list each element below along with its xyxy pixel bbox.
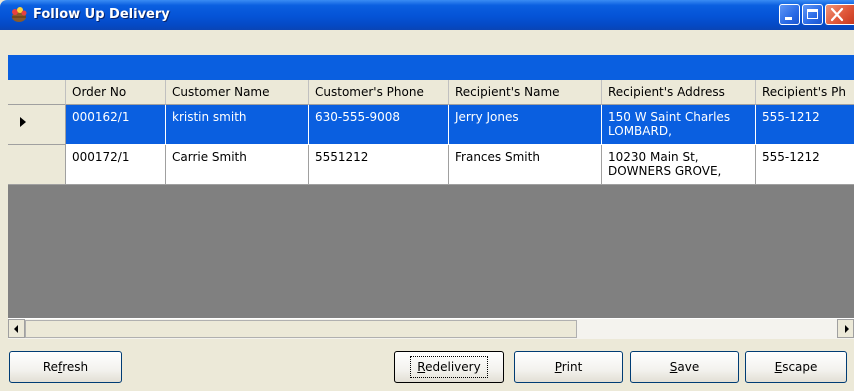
cell-order-no[interactable]: 000172/1: [66, 145, 166, 185]
flower-basket-icon: [12, 7, 27, 22]
arrow-left-icon: [14, 325, 18, 333]
print-label-key: P: [554, 360, 562, 374]
refresh-label-pre: Re: [42, 360, 59, 374]
grid-header-row: Order No Customer Name Customer's Phone …: [8, 80, 854, 105]
scrollbar-thumb[interactable]: [25, 320, 577, 338]
save-label-post: ave: [677, 360, 700, 374]
focus-ring: Redelivery: [410, 356, 488, 378]
scroll-right-button[interactable]: [837, 319, 854, 338]
row-selector[interactable]: [8, 145, 66, 185]
table-row[interactable]: 000162/1 kristin smith 630-555-9008 Jerr…: [8, 105, 854, 145]
column-header-order-no[interactable]: Order No: [66, 80, 166, 105]
cell-customer-name[interactable]: kristin smith: [166, 105, 309, 145]
cell-order-no[interactable]: 000162/1: [66, 105, 166, 145]
refresh-label-post: resh: [62, 360, 89, 374]
print-label-post: rint: [561, 360, 583, 374]
follow-up-delivery-window: Follow Up Delivery Order No Customer Nam…: [0, 0, 854, 391]
column-header-customer-name[interactable]: Customer Name: [166, 80, 309, 105]
cell-recipient-address[interactable]: 150 W Saint Charles LOMBARD,: [602, 105, 756, 145]
print-button[interactable]: Print: [514, 351, 623, 383]
cell-recipient-name[interactable]: Jerry Jones: [449, 105, 602, 145]
escape-button[interactable]: Escape: [745, 351, 847, 383]
redelivery-label-post: edelivery: [425, 360, 481, 374]
row-selector[interactable]: [8, 105, 66, 145]
cell-customer-phone[interactable]: 5551212: [309, 145, 449, 185]
refresh-button[interactable]: Refresh: [9, 351, 122, 383]
table-row[interactable]: 000172/1 Carrie Smith 5551212 Frances Sm…: [8, 145, 854, 185]
close-icon: [830, 7, 844, 22]
redelivery-button[interactable]: Redelivery: [394, 351, 504, 383]
minimize-button[interactable]: [779, 4, 800, 25]
save-button[interactable]: Save: [630, 351, 739, 383]
title-bar[interactable]: Follow Up Delivery: [0, 0, 854, 30]
cell-customer-phone[interactable]: 630-555-9008: [309, 105, 449, 145]
row-header-corner: [8, 80, 66, 105]
escape-label-post: scape: [782, 360, 818, 374]
maximize-button[interactable]: [802, 4, 823, 25]
close-button[interactable]: [825, 4, 854, 25]
grid-caption-bar: [8, 55, 854, 80]
cell-recipient-phone[interactable]: 555-1212: [756, 105, 854, 145]
arrow-right-icon: [845, 325, 849, 333]
window-title: Follow Up Delivery: [33, 7, 170, 22]
cell-recipient-address[interactable]: 10230 Main St, DOWNERS GROVE,: [602, 145, 756, 185]
scroll-left-button[interactable]: [8, 319, 25, 338]
column-header-recipient-address[interactable]: Recipient's Address: [602, 80, 756, 105]
column-header-recipient-name[interactable]: Recipient's Name: [449, 80, 602, 105]
column-header-customer-phone[interactable]: Customer's Phone: [309, 80, 449, 105]
cell-customer-name[interactable]: Carrie Smith: [166, 145, 309, 185]
horizontal-scrollbar[interactable]: [8, 318, 854, 339]
cell-recipient-name[interactable]: Frances Smith: [449, 145, 602, 185]
minimize-icon: [785, 17, 792, 20]
current-row-arrow-icon: [20, 117, 26, 127]
cell-recipient-phone[interactable]: 555-1212: [756, 145, 854, 185]
column-header-recipient-phone[interactable]: Recipient's Ph: [756, 80, 854, 105]
maximize-icon: [807, 9, 818, 19]
redelivery-label-key: R: [417, 360, 426, 374]
